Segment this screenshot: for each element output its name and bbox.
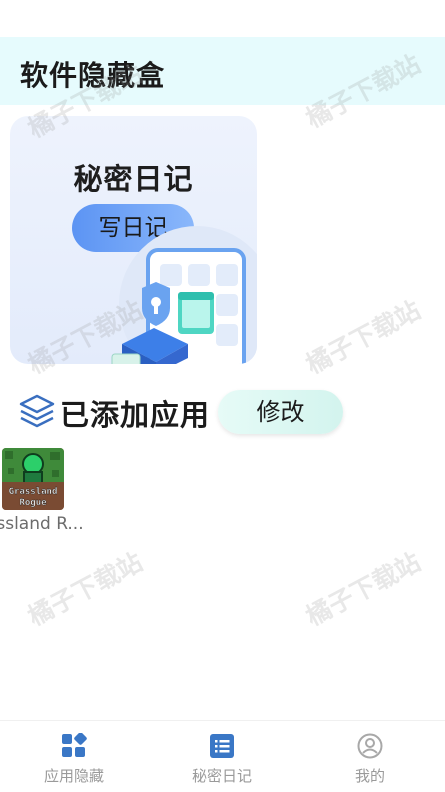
list-icon [210, 734, 234, 758]
grassland-rogue-icon: Grassland Rogue [2, 448, 64, 510]
page-title: 软件隐藏盒 [20, 59, 166, 92]
phone-security-illustration-icon [111, 226, 257, 364]
app-name-label: ssland R... [0, 514, 84, 534]
app-grid-icon [62, 733, 87, 757]
header-bar: 软件隐藏盒 [0, 37, 445, 105]
edit-button[interactable]: 修改 [218, 390, 343, 434]
app-icon-label-line2: Rogue [19, 498, 47, 508]
layers-icon [19, 394, 55, 428]
secret-diary-card[interactable]: 秘密日记 写日记 [10, 116, 257, 364]
app-screen: 软件隐藏盒 秘密日记 写日记 已添加应用 修改 Grassland Rogue … [0, 0, 445, 792]
nav-label-mine: 我的 [354, 767, 385, 785]
nav-item-app-hide[interactable]: 应用隐藏 [0, 721, 148, 792]
bottom-nav: 应用隐藏 秘密日记 我的 [0, 720, 445, 792]
added-apps-title: 已添加应用 [60, 398, 211, 432]
watermark: 橘子下载站 [301, 547, 426, 632]
app-icon-label-line1: Grassland [9, 487, 58, 497]
app-icon-grassland-rogue[interactable]: Grassland Rogue [2, 448, 64, 510]
nav-label-secret-diary: 秘密日记 [191, 767, 252, 785]
watermark: 橘子下载站 [301, 295, 426, 380]
nav-item-secret-diary[interactable]: 秘密日记 [148, 721, 296, 792]
user-circle-icon [357, 733, 383, 759]
nav-label-app-hide: 应用隐藏 [43, 767, 104, 785]
nav-item-mine[interactable]: 我的 [296, 721, 444, 792]
watermark: 橘子下载站 [23, 547, 148, 632]
diary-card-title: 秘密日记 [73, 162, 194, 196]
